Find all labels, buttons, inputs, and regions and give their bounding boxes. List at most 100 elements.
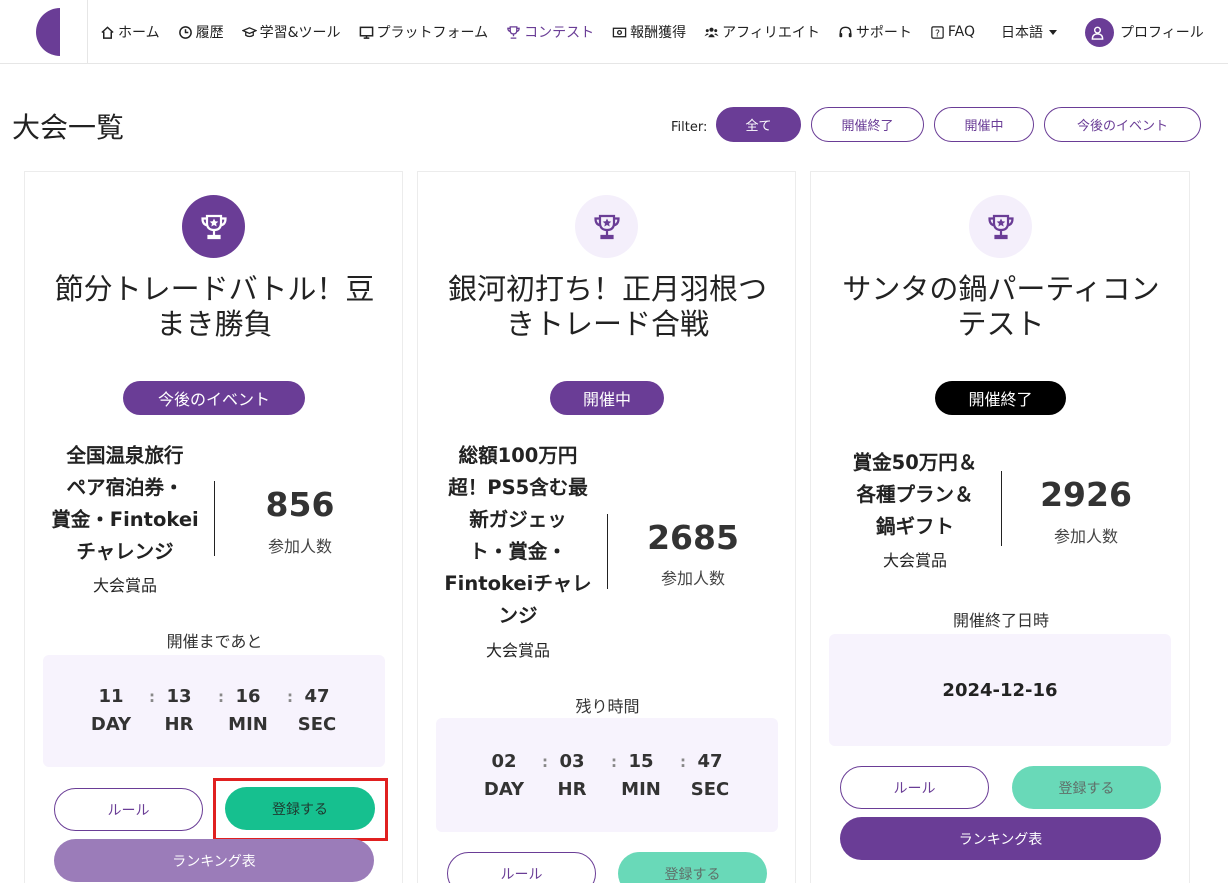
filter-ongoing-button[interactable]: 開催中 <box>934 107 1034 142</box>
status-badge: 今後のイベント <box>123 381 305 415</box>
unit-minute: MIN <box>621 779 661 800</box>
unit-hour: HR <box>164 714 194 735</box>
countdown-seconds: 47 <box>304 686 330 707</box>
nav-menu: ホーム 履歴 学習&ツール プラットフォーム コンテスト 報酬獲得 アフィリエイ… <box>100 0 1222 64</box>
ranking-button[interactable]: ランキング表 <box>54 839 374 882</box>
avatar <box>1084 17 1114 47</box>
participant-label: 参加人数 <box>1053 527 1118 546</box>
countdown-label: 残り時間 <box>575 697 640 716</box>
monitor-icon <box>359 26 373 39</box>
language-label: 日本語 <box>1000 25 1043 41</box>
profile-menu[interactable]: プロフィール <box>1084 17 1204 47</box>
nav-item-home[interactable]: ホーム <box>100 22 160 42</box>
brand-logo[interactable] <box>36 8 84 56</box>
countdown-seconds: 47 <box>697 751 723 772</box>
nav-item-label: サポート <box>855 25 912 41</box>
nav-item-platform[interactable]: プラットフォーム <box>359 22 489 42</box>
caret-down-icon <box>1048 29 1057 35</box>
participant-count: 856 <box>265 485 335 524</box>
trophy-star-icon <box>987 214 1014 239</box>
unit-day: DAY <box>90 714 132 735</box>
unit-second: SEC <box>690 779 730 800</box>
nav-item-history[interactable]: 履歴 <box>178 22 224 42</box>
contest-card: サンタの鍋パーティコン テスト 開催終了 賞金50万円＆ 各種プラン＆ 鍋ギフト 大会… <box>810 171 1190 883</box>
countdown-timer: 11 : 13 : 16 : 47 DAY HR MIN SEC <box>43 655 385 767</box>
headset-icon <box>839 26 852 37</box>
nav-item-label: ホーム <box>118 25 160 41</box>
contest-title: 節分トレードバトル！豆 まき勝負 <box>54 272 375 341</box>
countdown-label: 開催まであと <box>166 632 263 651</box>
contest-trophy-badge <box>182 195 245 258</box>
participant-label: 参加人数 <box>660 569 725 588</box>
filter-all-button[interactable]: 全て <box>716 107 801 142</box>
countdown-hours: 13 <box>166 686 192 707</box>
unit-day: DAY <box>483 779 525 800</box>
nav-item-affiliate[interactable]: アフィリエイト <box>704 22 820 42</box>
rules-button[interactable]: ルール <box>54 788 203 831</box>
filter-label: Filter: <box>671 120 708 135</box>
divider <box>1001 471 1002 546</box>
home-icon <box>101 25 114 39</box>
svg-text:?: ? <box>935 28 940 39</box>
unit-minute: MIN <box>228 714 268 735</box>
contest-title: サンタの鍋パーティコン テスト <box>842 272 1160 341</box>
end-date-value: 2024-12-16 <box>829 634 1171 746</box>
top-nav: ホーム 履歴 学習&ツール プラットフォーム コンテスト 報酬獲得 アフィリエイ… <box>0 0 1228 64</box>
logo-area[interactable] <box>0 0 88 64</box>
profile-label: プロフィール <box>1119 25 1204 41</box>
end-date-label: 開催終了日時 <box>952 611 1049 630</box>
nav-item-contest[interactable]: コンテスト <box>506 22 594 42</box>
language-selector[interactable]: 日本語 <box>1001 22 1057 42</box>
filter-ended-button[interactable]: 開催終了 <box>811 107 924 142</box>
countdown-hours: 03 <box>559 751 585 772</box>
contest-title: 銀河初打ち！正月羽根つ きトレード合戦 <box>447 272 767 341</box>
contest-trophy-badge <box>575 195 638 258</box>
participant-count: 2926 <box>1040 475 1132 514</box>
participant-count: 2685 <box>647 518 739 557</box>
countdown-minutes: 16 <box>235 686 261 707</box>
nav-item-support[interactable]: サポート <box>838 22 912 42</box>
unit-hour: HR <box>557 779 587 800</box>
clock-icon <box>178 25 192 39</box>
users-icon <box>704 27 719 37</box>
rules-button[interactable]: ルール <box>840 766 989 809</box>
graduation-cap-icon <box>241 26 257 37</box>
countdown-timer: 02 : 03 : 15 : 47 DAY HR MIN SEC <box>436 718 778 832</box>
nav-item-label: コンテスト <box>524 25 595 41</box>
countdown-days: 11 <box>98 686 124 707</box>
register-button[interactable]: 登録する <box>618 852 767 883</box>
contest-card: 銀河初打ち！正月羽根つ きトレード合戦 開催中 総額100万円 超！PS5含む最 新ガ… <box>417 171 796 883</box>
nav-item-label: プラットフォーム <box>376 25 489 41</box>
prize-label: 大会賞品 <box>485 641 550 660</box>
participant-label: 参加人数 <box>267 537 332 556</box>
ranking-button[interactable]: ランキング表 <box>840 817 1161 860</box>
register-button[interactable]: 登録する <box>225 787 375 830</box>
nav-item-faq[interactable]: ? FAQ <box>930 24 975 40</box>
register-button[interactable]: 登録する <box>1012 766 1161 809</box>
divider <box>214 481 215 556</box>
unit-second: SEC <box>297 714 337 735</box>
prize-label: 大会賞品 <box>92 576 157 595</box>
status-badge: 開催中 <box>550 381 664 415</box>
trophy-star-icon <box>200 214 227 239</box>
nav-item-label: 履歴 <box>195 25 224 41</box>
contest-card: 節分トレードバトル！豆 まき勝負 今後のイベント 全国温泉旅行 ペア宿泊券・ 賞金・F… <box>24 171 403 883</box>
user-icon <box>1092 26 1104 40</box>
nav-item-learning[interactable]: 学習&ツール <box>241 22 341 42</box>
trophy-icon <box>507 25 520 39</box>
money-icon <box>612 27 627 37</box>
rules-button[interactable]: ルール <box>447 852 596 883</box>
prize-text: 全国温泉旅行 ペア宿泊券・ 賞金・Fintokei チャレンジ <box>51 444 199 563</box>
nav-item-label: 報酬獲得 <box>630 25 687 41</box>
divider <box>607 514 608 589</box>
contest-trophy-badge <box>969 195 1032 258</box>
status-badge: 開催終了 <box>935 381 1066 415</box>
prize-text: 総額100万円 超！PS5含む最 新ガジェッ ト・賞金・ Fintokeiチャレ ンジ <box>444 444 592 627</box>
page-title: 大会一覧 <box>12 111 125 144</box>
countdown-minutes: 15 <box>628 751 654 772</box>
nav-item-label: アフィリエイト <box>722 25 820 41</box>
nav-item-label: 学習&ツール <box>259 25 341 41</box>
nav-item-rewards[interactable]: 報酬獲得 <box>612 22 686 42</box>
prize-text: 賞金50万円＆ 各種プラン＆ 鍋ギフト <box>852 451 978 538</box>
filter-upcoming-button[interactable]: 今後のイベント <box>1044 107 1201 142</box>
